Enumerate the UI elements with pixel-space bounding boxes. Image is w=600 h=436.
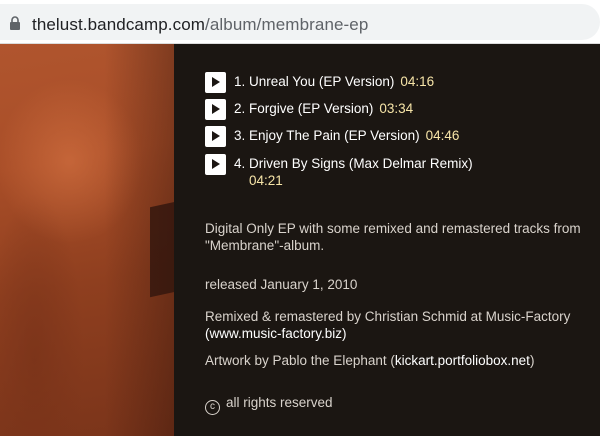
credits-line: Remixed & remastered by Christian Schmid… bbox=[205, 309, 571, 324]
artwork-shade bbox=[0, 44, 174, 436]
track-3[interactable]: 3. Enjoy The Pain (EP Version) 04:46 bbox=[234, 128, 459, 143]
description-line: Digital Only EP with some remixed and re… bbox=[205, 221, 581, 236]
copyright-icon: c bbox=[205, 400, 220, 415]
track-duration: 04:21 bbox=[249, 173, 283, 188]
track-number: 4. bbox=[234, 156, 246, 171]
browser-address-bar[interactable]: thelust.bandcamp.com/album/membrane-ep bbox=[0, 0, 600, 44]
copyright-notice: c all rights reserved bbox=[205, 395, 333, 415]
description-line: "Membrane"-album. bbox=[205, 238, 325, 253]
track-1[interactable]: 1. Unreal You (EP Version) 04:16 bbox=[234, 74, 434, 89]
track-number: 2. bbox=[234, 101, 246, 116]
album-credits: Remixed & remastered by Christian Schmid… bbox=[205, 308, 585, 342]
track-duration: 04:16 bbox=[400, 74, 435, 89]
track-number: 1. bbox=[234, 74, 246, 89]
artwork-credit: Artwork by Pablo the Elephant (kickart.p… bbox=[205, 352, 585, 369]
artwork-credit-suffix: ) bbox=[529, 353, 535, 368]
url-host: thelust.bandcamp.com bbox=[32, 15, 206, 34]
track-4[interactable]: 4. Driven By Signs (Max Delmar Remix) bbox=[234, 156, 473, 171]
album-description: Digital Only EP with some remixed and re… bbox=[205, 220, 585, 254]
play-button-track-4[interactable] bbox=[205, 154, 226, 175]
track-title[interactable]: Forgive (EP Version) bbox=[249, 101, 373, 116]
track-number: 3. bbox=[234, 128, 246, 143]
rights-text: all rights reserved bbox=[226, 395, 333, 410]
play-button-track-1[interactable] bbox=[205, 72, 226, 93]
kickart-link[interactable]: kickart.portfoliobox.net bbox=[395, 353, 530, 368]
play-button-track-2[interactable] bbox=[205, 99, 226, 120]
url-field[interactable]: thelust.bandcamp.com/album/membrane-ep bbox=[0, 4, 600, 40]
play-button-track-3[interactable] bbox=[205, 126, 226, 147]
lock-icon[interactable] bbox=[9, 16, 21, 30]
track-duration: 03:34 bbox=[379, 101, 414, 116]
release-date: released January 1, 2010 bbox=[205, 277, 358, 292]
track-duration: 04:46 bbox=[425, 128, 460, 143]
track-2[interactable]: 2. Forgive (EP Version) 03:34 bbox=[234, 101, 413, 116]
music-factory-link[interactable]: (www.music-factory.biz) bbox=[205, 326, 347, 341]
url-path: /album/membrane-ep bbox=[205, 15, 369, 34]
album-artwork[interactable] bbox=[0, 44, 180, 436]
track-title[interactable]: Enjoy The Pain (EP Version) bbox=[249, 128, 420, 143]
artwork-credit-text: Artwork by Pablo the Elephant ( bbox=[205, 353, 395, 368]
track-title[interactable]: Driven By Signs (Max Delmar Remix) bbox=[249, 156, 473, 171]
track-title[interactable]: Unreal You (EP Version) bbox=[249, 74, 394, 89]
url-text[interactable]: thelust.bandcamp.com/album/membrane-ep bbox=[32, 15, 368, 35]
